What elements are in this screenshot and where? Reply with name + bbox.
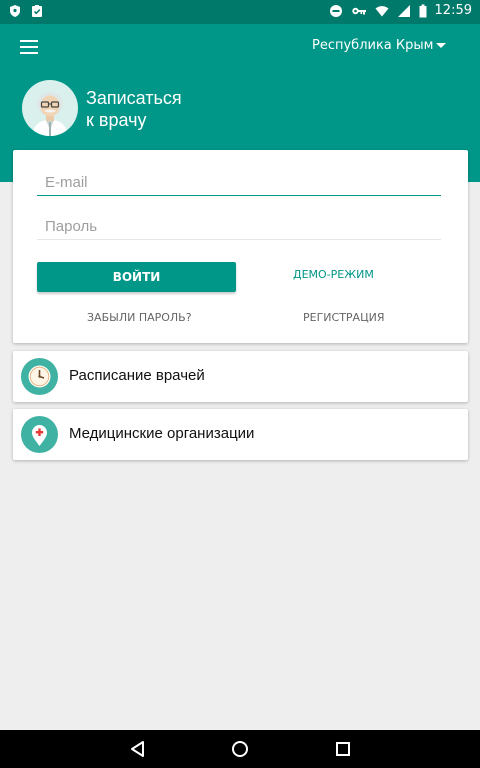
battery-icon [419,4,427,17]
wifi-icon [375,5,389,16]
menu-icon[interactable] [20,40,38,54]
signal-icon [397,4,410,17]
do-not-disturb-icon [329,4,342,17]
back-icon[interactable] [129,740,147,758]
shield-icon [10,5,20,17]
dropdown-arrow-icon[interactable] [436,43,446,48]
region-selector[interactable]: Республика Крым [312,38,433,53]
system-nav-bar [0,730,480,768]
doctors-schedule-label: Расписание врачей [69,367,205,384]
login-button[interactable]: ВОЙТИ [37,262,236,292]
doctors-schedule-item[interactable]: Расписание врачей [13,351,468,402]
login-card: ВОЙТИ ДЕМО-РЕЖИМ ЗАБЫЛИ ПАРОЛЬ? РЕГИСТРА… [13,150,468,343]
medical-organizations-label: Медицинские организации [69,425,255,442]
password-field[interactable] [37,214,441,240]
forgot-password-link[interactable]: ЗАБЫЛИ ПАРОЛЬ? [87,311,192,324]
page-title: Записаться к врачу [86,87,182,131]
vpn-key-icon [351,7,366,14]
register-link[interactable]: РЕГИСТРАЦИЯ [303,311,385,324]
doctor-avatar-icon [22,80,78,136]
title-line-2: к врачу [86,110,147,130]
recents-icon[interactable] [334,740,352,758]
status-time: 12:59 [434,3,472,18]
status-left-icons [8,4,44,18]
home-icon[interactable] [231,740,249,758]
title-line-1: Записаться [86,88,182,108]
clipboard-check-icon [32,5,42,17]
status-right-icons: 12:59 [329,3,472,18]
medical-organizations-item[interactable]: Медицинские организации [13,409,468,460]
demo-mode-button[interactable]: ДЕМО-РЕЖИМ [293,268,374,281]
status-bar: 12:59 [0,0,480,24]
map-pin-icon [21,416,58,453]
clock-icon [21,358,58,395]
email-field[interactable] [37,170,441,196]
